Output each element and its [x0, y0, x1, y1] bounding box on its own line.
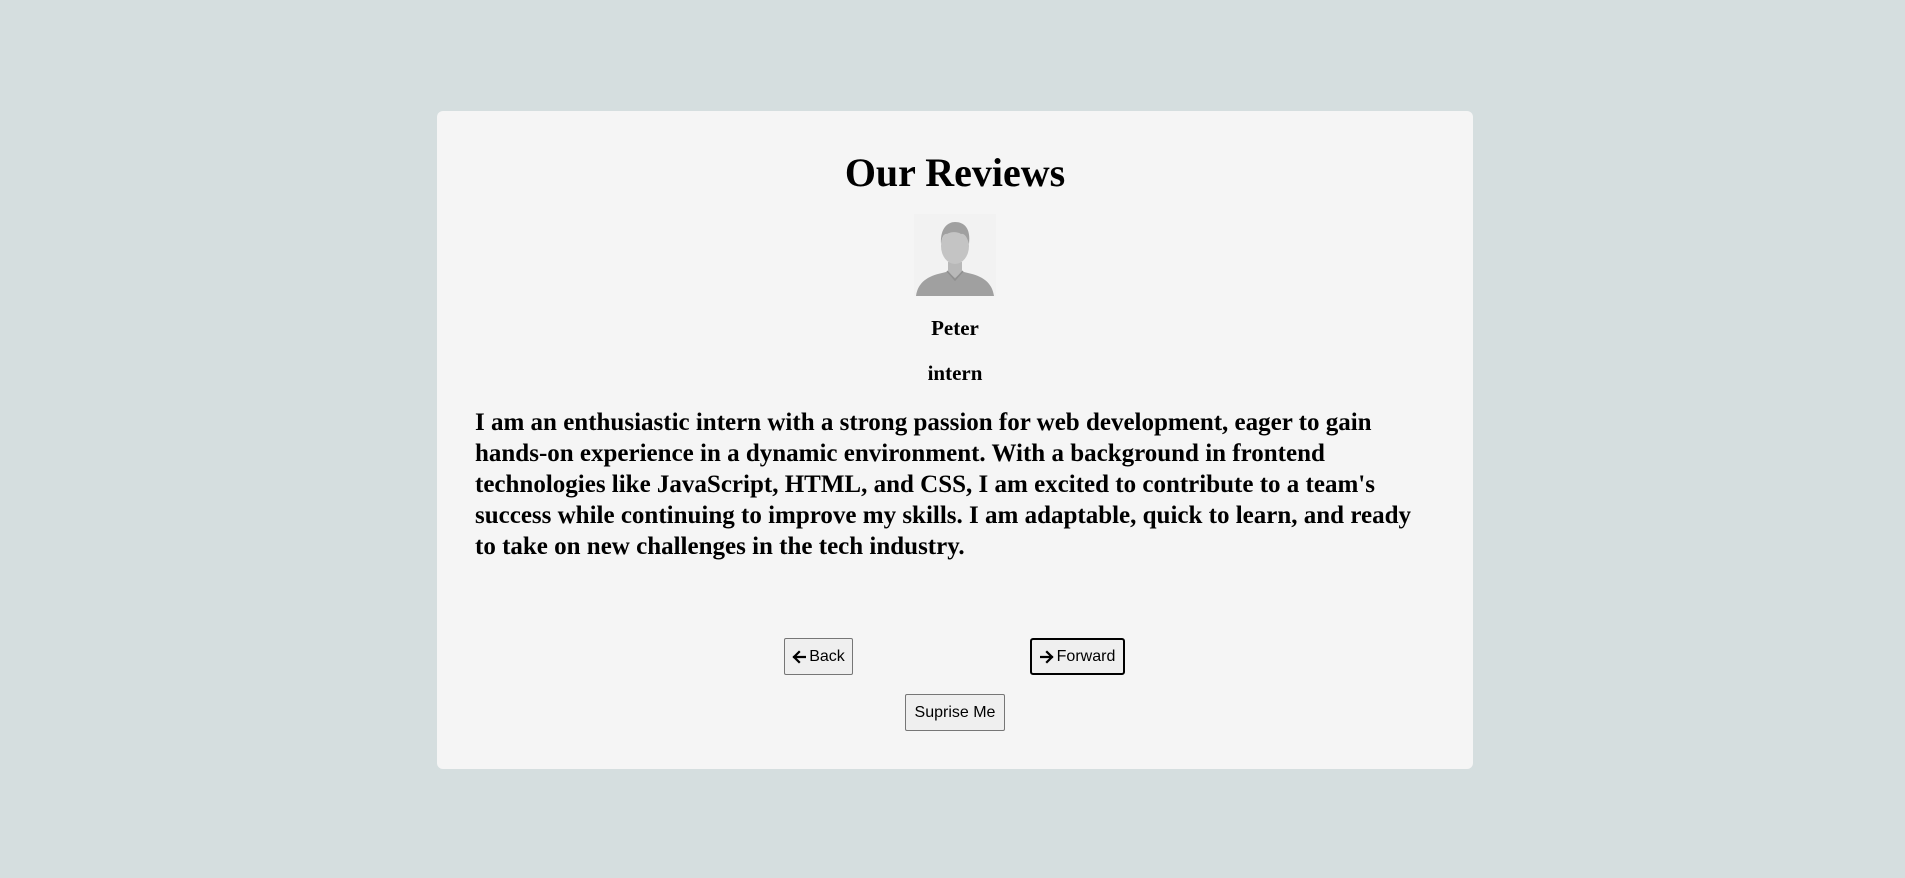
forward-button[interactable]: Forward: [1030, 638, 1125, 675]
arrow-right-icon: [1039, 649, 1054, 664]
avatar: [914, 214, 996, 296]
reviewer-role: intern: [927, 361, 983, 385]
surprise-me-button[interactable]: Suprise Me: [905, 694, 1005, 731]
page-title: Our Reviews: [844, 150, 1066, 195]
arrow-left-icon: [792, 649, 807, 664]
forward-button-label: Forward: [1056, 647, 1116, 665]
review-text: I am an enthusiastic intern with a stron…: [475, 409, 1411, 560]
person-silhouette-icon: [914, 214, 996, 296]
reviewer-name: Peter: [931, 316, 979, 340]
review-card: Our Reviews Peter intern I am an enthusi…: [437, 111, 1473, 769]
back-button-label: Back: [809, 647, 845, 665]
back-button[interactable]: Back: [784, 638, 853, 675]
